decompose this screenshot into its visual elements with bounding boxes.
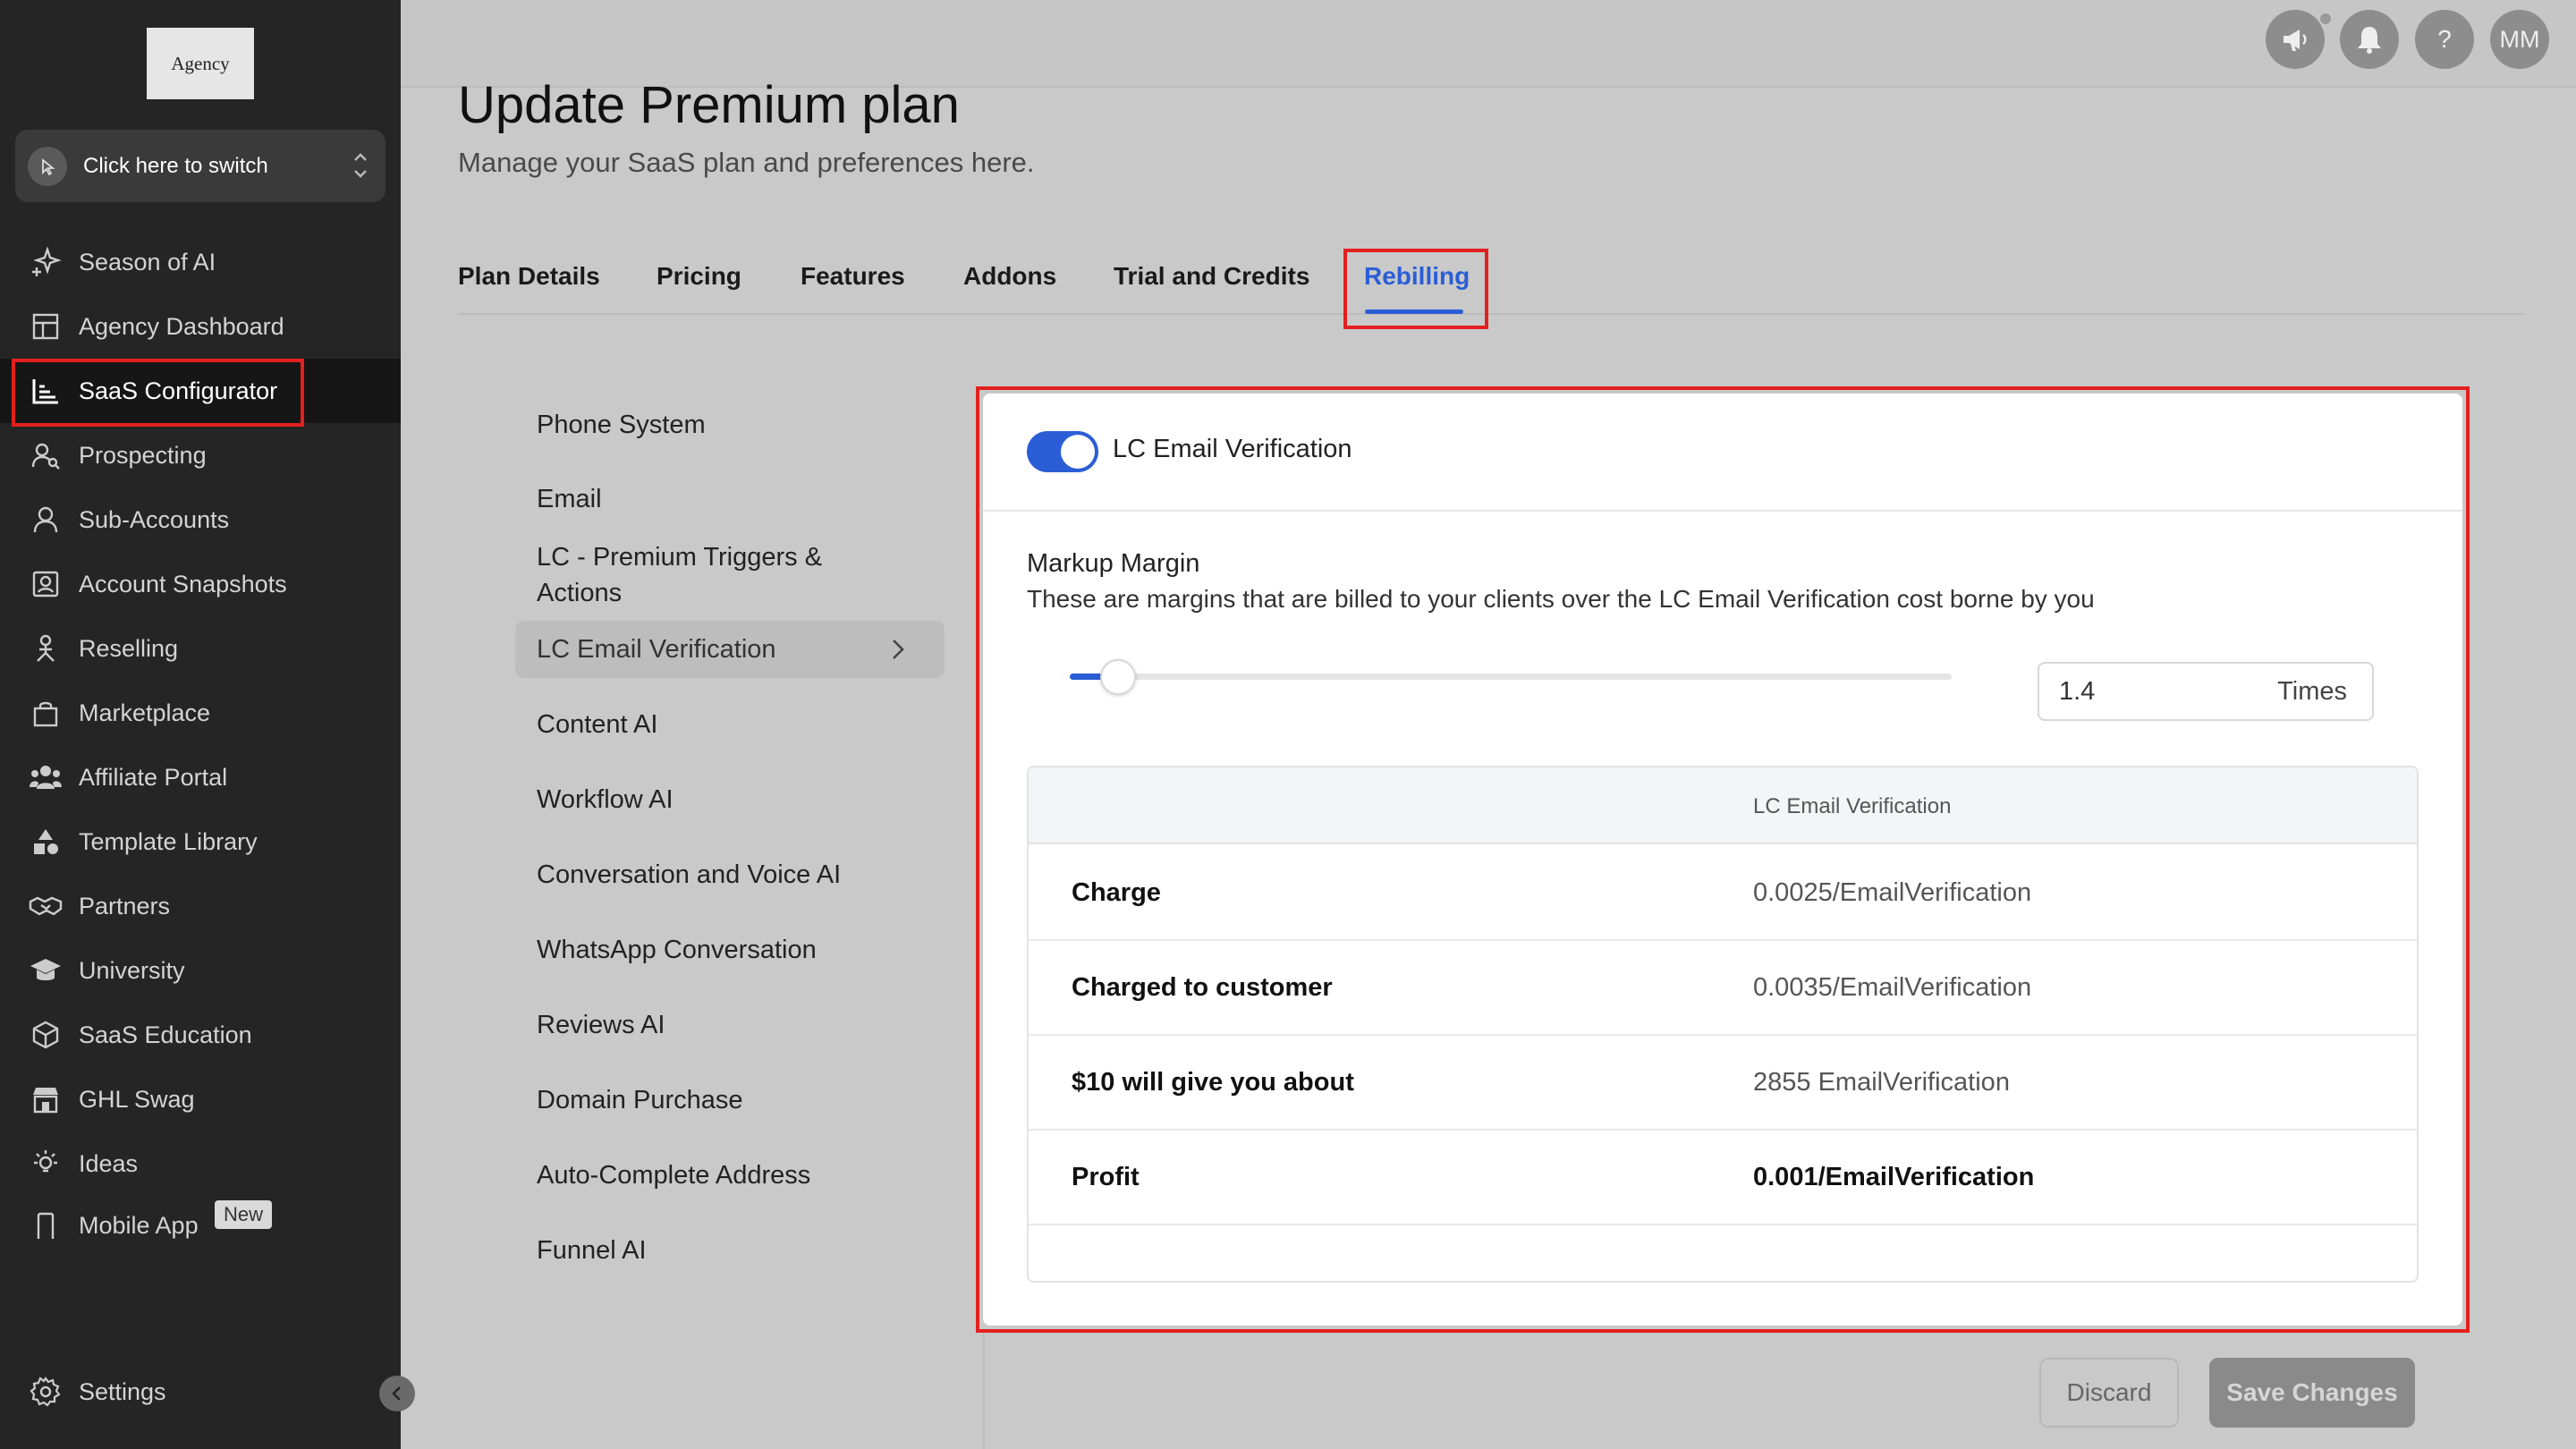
sidebar-item-settings[interactable]: Settings [0, 1360, 401, 1424]
subnav-item-email[interactable]: Email [537, 481, 602, 517]
collapse-sidebar-button[interactable] [379, 1376, 415, 1411]
account-switcher[interactable]: Click here to switch [15, 130, 386, 202]
sidebar-item-template-library[interactable]: Template Library [0, 809, 401, 874]
snapshot-icon [28, 566, 64, 602]
subnav-item-whatsapp-conversation[interactable]: WhatsApp Conversation [537, 932, 817, 968]
subnav-item-premium-triggers[interactable]: LC - Premium Triggers & Actions [537, 539, 877, 611]
subnav-item-funnel-ai[interactable]: Funnel AI [537, 1233, 647, 1268]
notifications-button[interactable] [2340, 10, 2399, 69]
sidebar-item-ghl-swag[interactable]: GHL Swag [0, 1067, 401, 1131]
chevron-left-icon [392, 1386, 401, 1401]
announcements-button[interactable] [2266, 10, 2325, 69]
mobile-icon [28, 1208, 64, 1239]
sidebar-item-label: Agency Dashboard [79, 312, 284, 340]
sidebar-item-label: SaaS Education [79, 1021, 252, 1048]
people-icon [28, 759, 64, 795]
sidebar-item-agency-dashboard[interactable]: Agency Dashboard [0, 294, 401, 359]
subnav-item-auto-complete-address[interactable]: Auto-Complete Address [537, 1157, 810, 1193]
sidebar-item-prospecting[interactable]: Prospecting [0, 423, 401, 487]
sidebar-item-partners[interactable]: Partners [0, 874, 401, 938]
prospecting-icon [28, 437, 64, 473]
store-icon [28, 1081, 64, 1117]
reselling-icon [28, 631, 64, 666]
pointer-click-icon [28, 146, 67, 186]
tabs-divider [458, 313, 2524, 315]
dashboard-icon [28, 309, 64, 344]
lightbulb-icon [28, 1146, 64, 1182]
sidebar-item-label: Account Snapshots [79, 570, 287, 597]
discard-button[interactable]: Discard [2039, 1358, 2179, 1428]
subnav-item-workflow-ai[interactable]: Workflow AI [537, 782, 674, 818]
sidebar-item-label: Marketplace [79, 699, 211, 726]
sidebar-item-label: Sub-Accounts [79, 505, 230, 533]
sidebar-item-season-of-ai[interactable]: Season of AI [0, 230, 401, 294]
tab-plan-details[interactable]: Plan Details [458, 262, 600, 291]
user-icon [28, 502, 64, 538]
subnav-item-lc-email-verification[interactable]: LC Email Verification [537, 631, 776, 667]
switcher-label: Click here to switch [83, 153, 268, 178]
sparkle-icon [28, 244, 64, 280]
avatar[interactable]: MM [2490, 10, 2549, 69]
sidebar-item-marketplace[interactable]: Marketplace [0, 681, 401, 745]
sidebar-item-affiliate-portal[interactable]: Affiliate Portal [0, 745, 401, 809]
sidebar-item-saas-education[interactable]: SaaS Education [0, 1003, 401, 1067]
sidebar-item-reselling[interactable]: Reselling [0, 616, 401, 681]
page-subtitle: Manage your SaaS plan and preferences he… [458, 147, 1035, 178]
tab-addons[interactable]: Addons [963, 262, 1056, 291]
sidebar-item-label: Season of AI [79, 248, 216, 275]
sidebar-item-label: Reselling [79, 634, 179, 662]
shapes-icon [28, 824, 64, 860]
tab-pricing[interactable]: Pricing [657, 262, 741, 291]
new-badge: New [215, 1200, 273, 1229]
tab-trial-and-credits[interactable]: Trial and Credits [1114, 262, 1309, 291]
sidebar-item-ideas[interactable]: Ideas [0, 1131, 401, 1196]
agency-logo[interactable]: Agency [147, 28, 254, 99]
sidebar-item-label: GHL Swag [79, 1085, 195, 1113]
gear-icon [28, 1374, 64, 1410]
help-icon: ? [2437, 25, 2452, 53]
sidebar: Agency Click here to switch Season of AI… [0, 0, 401, 1449]
megaphone-icon [2284, 30, 2307, 51]
logo-text: Agency [171, 52, 230, 74]
notification-dot [2318, 12, 2333, 26]
graduation-cap-icon [28, 953, 64, 988]
sidebar-item-label: Mobile App [79, 1212, 199, 1239]
sidebar-item-mobile-app[interactable]: Mobile App [0, 1196, 401, 1239]
chevron-up-down-icon [350, 148, 371, 188]
cube-icon [28, 1017, 64, 1053]
help-button[interactable]: ? [2415, 10, 2474, 69]
sidebar-item-label: University [79, 956, 185, 984]
avatar-initials: MM [2499, 25, 2540, 53]
subnav-item-domain-purchase[interactable]: Domain Purchase [537, 1082, 743, 1118]
sidebar-item-label: Prospecting [79, 441, 207, 469]
highlight-box-saas-configurator [12, 359, 304, 427]
tab-features[interactable]: Features [801, 262, 905, 291]
chevron-right-icon [887, 637, 909, 666]
sidebar-item-label: Ideas [79, 1149, 139, 1177]
sidebar-item-label: Template Library [79, 827, 258, 855]
sidebar-item-account-snapshots[interactable]: Account Snapshots [0, 552, 401, 616]
highlight-box-panel [976, 386, 2470, 1333]
page-title: Update Premium plan [458, 76, 960, 134]
subnav-item-reviews-ai[interactable]: Reviews AI [537, 1007, 665, 1043]
sidebar-item-label: Partners [79, 892, 171, 919]
sidebar-item-university[interactable]: University [0, 938, 401, 1003]
handshake-icon [28, 888, 64, 924]
sidebar-item-label: Settings [79, 1377, 166, 1405]
subnav-item-conversation-voice-ai[interactable]: Conversation and Voice AI [537, 857, 841, 893]
highlight-box-rebilling-tab [1343, 249, 1488, 329]
sidebar-item-sub-accounts[interactable]: Sub-Accounts [0, 487, 401, 552]
sidebar-item-label: Affiliate Portal [79, 763, 228, 791]
bell-icon [2358, 27, 2381, 54]
subnav-item-content-ai[interactable]: Content AI [537, 707, 657, 742]
subnav-item-phone-system[interactable]: Phone System [537, 407, 706, 443]
bag-icon [28, 695, 64, 731]
save-changes-button[interactable]: Save Changes [2209, 1358, 2415, 1428]
